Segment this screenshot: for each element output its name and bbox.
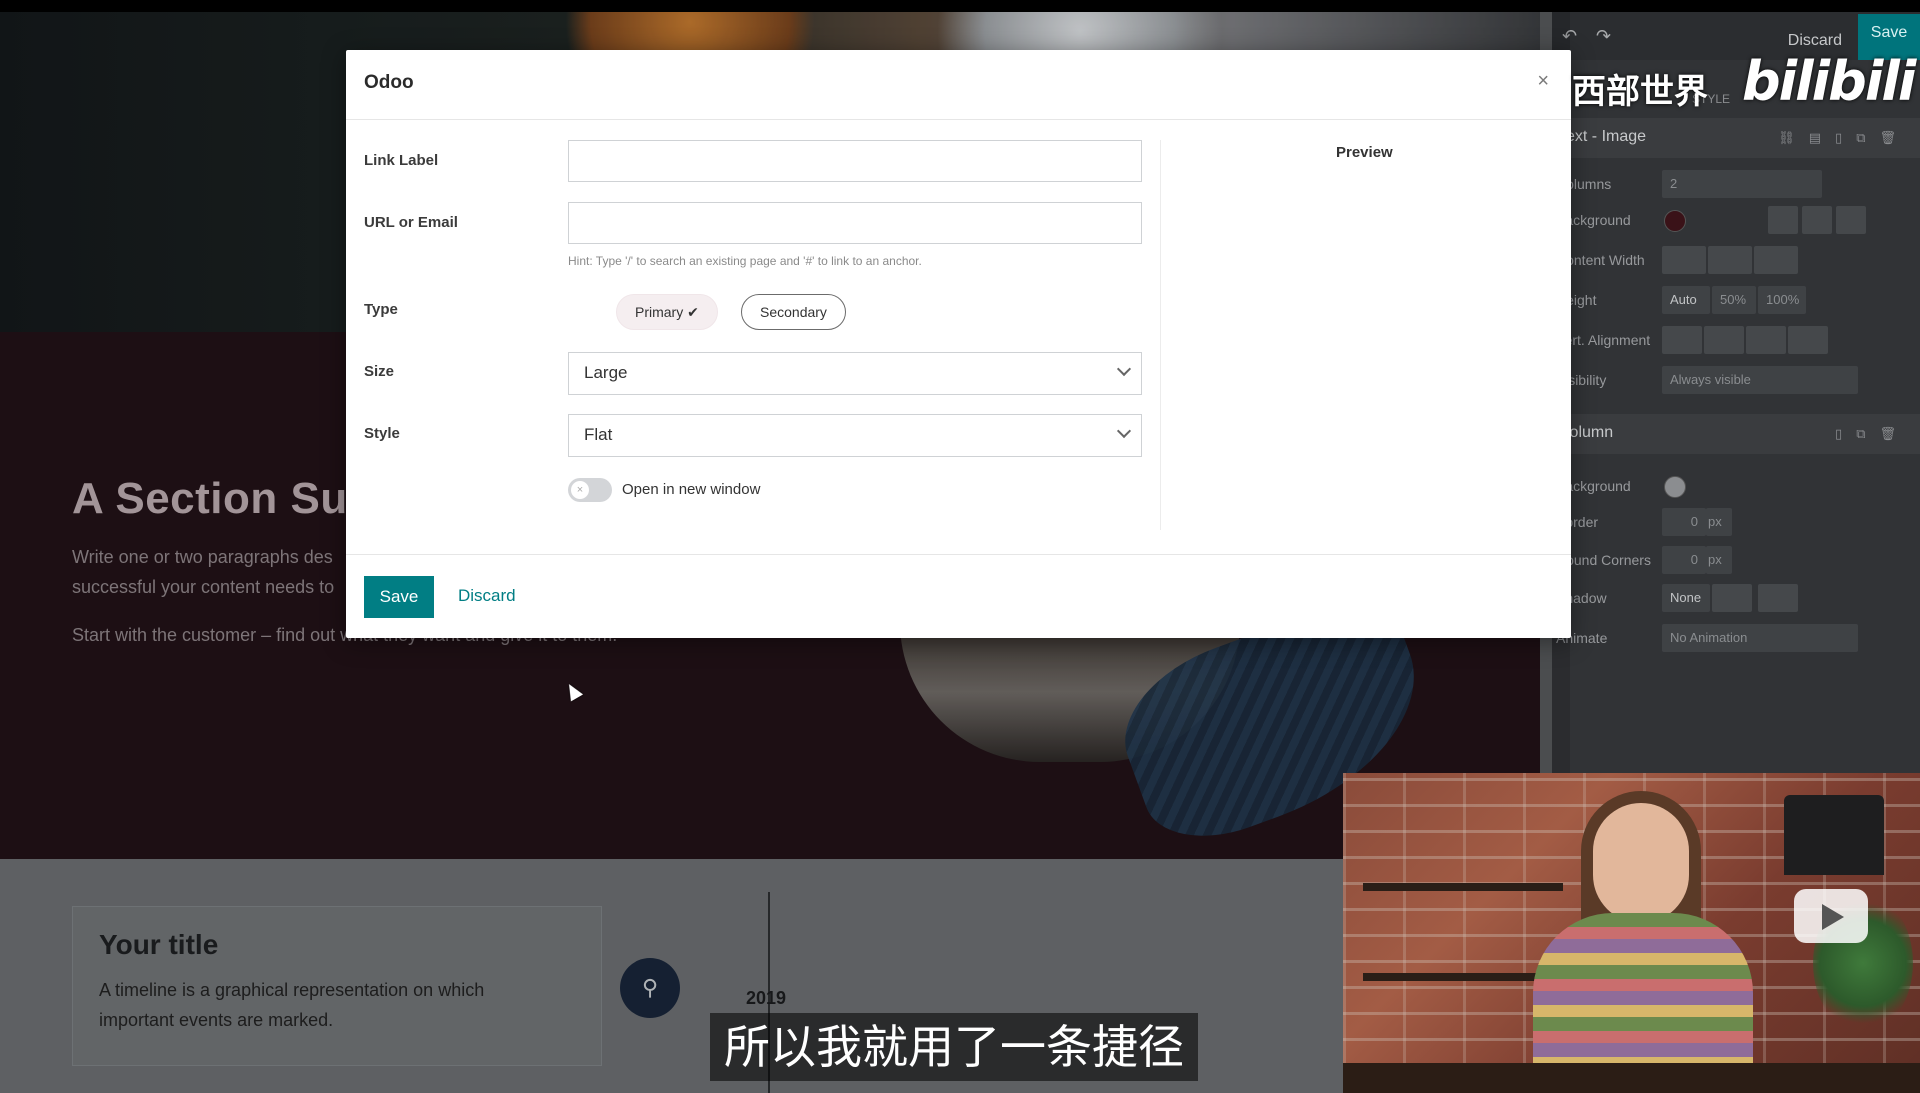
border-width-input[interactable]: 0 <box>1662 508 1706 536</box>
round-corners-input[interactable]: 0 <box>1662 546 1706 574</box>
url-label: URL or Email <box>364 214 458 231</box>
footer-divider <box>346 554 1571 555</box>
new-window-label: Open in new window <box>622 481 761 498</box>
url-input[interactable] <box>568 202 1142 244</box>
preview-title: Preview <box>1336 144 1393 161</box>
row-border: Border 0 px <box>1552 508 1920 538</box>
block-section-header: Text - Image ⛓▤▯⧉🗑 <box>1552 118 1920 158</box>
shape-icon[interactable] <box>1836 206 1866 234</box>
block-section-title: Text - Image <box>1558 128 1647 145</box>
video-icon[interactable] <box>1802 206 1832 234</box>
editor-discard-button[interactable]: Discard <box>1788 32 1842 50</box>
background-color-swatch[interactable] <box>1664 210 1686 232</box>
row-shadow: Shadow None <box>1552 584 1920 614</box>
column-section-header: Column ▯⧉🗑 <box>1552 414 1920 454</box>
link-label-label: Link Label <box>364 152 439 169</box>
video-letterbox <box>0 0 1920 12</box>
style-select[interactable]: Flat <box>568 414 1142 457</box>
dialog-save-button[interactable]: Save <box>364 576 434 618</box>
link-dialog: Odoo × Link Label URL or Email Hint: Typ… <box>346 50 1571 638</box>
type-primary-button[interactable]: Primary ✔ <box>616 294 718 330</box>
watermark-channel-name: 西部世界 <box>1572 72 1708 112</box>
width-full-icon[interactable] <box>1754 246 1798 274</box>
column-background-swatch[interactable] <box>1664 476 1686 498</box>
size-select[interactable]: Large <box>568 352 1142 395</box>
width-regular-icon[interactable] <box>1708 246 1752 274</box>
camera-icon[interactable] <box>1768 206 1798 234</box>
chevron-down-icon <box>1116 361 1132 377</box>
form-preview-divider <box>1160 140 1161 530</box>
width-small-icon[interactable] <box>1662 246 1706 274</box>
align-middle-icon[interactable] <box>1704 326 1744 354</box>
redo-icon[interactable]: ↷ <box>1596 26 1611 47</box>
row-height: Height Auto 50% 100% <box>1552 286 1920 316</box>
height-50-button[interactable]: 50% <box>1712 286 1756 314</box>
style-label: Style <box>364 425 400 442</box>
type-label: Type <box>364 301 398 318</box>
row-round-corners: Round Corners 0 px <box>1552 546 1920 576</box>
play-icon[interactable] <box>1794 889 1868 943</box>
shadow-inset-icon[interactable] <box>1758 584 1798 612</box>
shadow-none-button[interactable]: None <box>1662 584 1710 612</box>
style-select-value: Flat <box>584 425 613 444</box>
row-columns: Columns 2 <box>1552 170 1920 200</box>
desk <box>1343 1063 1920 1093</box>
size-label: Size <box>364 363 395 380</box>
round-corners-unit: px <box>1706 546 1732 574</box>
link-label-input[interactable] <box>568 140 1142 182</box>
bilibili-logo: bilibili <box>1742 50 1916 113</box>
align-bottom-icon[interactable] <box>1746 326 1786 354</box>
close-icon[interactable]: × <box>1537 70 1549 93</box>
row-column-background: Background <box>1552 472 1920 502</box>
size-select-value: Large <box>584 363 628 382</box>
play-triangle <box>1822 904 1844 930</box>
row-visibility: Visibility Always visible <box>1552 366 1920 396</box>
height-100-button[interactable]: 100% <box>1758 286 1806 314</box>
video-subtitle: 所以我就用了一条捷径 <box>710 1013 1198 1081</box>
lamp-icon <box>1784 795 1884 875</box>
new-window-toggle[interactable]: × <box>568 478 612 502</box>
shelf <box>1363 883 1563 891</box>
row-content-width: Content Width <box>1552 246 1920 276</box>
dialog-title: Odoo <box>364 72 414 93</box>
visibility-select[interactable]: Always visible <box>1662 366 1858 394</box>
row-background: Background <box>1552 206 1920 236</box>
align-top-icon[interactable] <box>1662 326 1702 354</box>
block-actions-icons[interactable]: ⛓▤▯⧉🗑 <box>1778 130 1910 146</box>
column-actions-icons[interactable]: ▯⧉🗑 <box>1835 426 1910 442</box>
dialog-header: Odoo × <box>346 50 1571 120</box>
type-secondary-button[interactable]: Secondary <box>741 294 846 330</box>
row-animate: Animate No Animation <box>1552 624 1920 654</box>
row-vert-alignment: Vert. Alignment <box>1552 326 1920 356</box>
height-auto-button[interactable]: Auto <box>1662 286 1710 314</box>
presenter-face <box>1593 803 1689 923</box>
animate-select[interactable]: No Animation <box>1662 624 1858 652</box>
columns-select[interactable]: 2 <box>1662 170 1822 198</box>
toggle-off-icon: × <box>571 481 589 499</box>
align-stretch-icon[interactable] <box>1788 326 1828 354</box>
shadow-outset-icon[interactable] <box>1712 584 1752 612</box>
presenter-webcam <box>1343 773 1920 1093</box>
url-hint: Hint: Type '/' to search an existing pag… <box>568 254 922 268</box>
chevron-down-icon <box>1116 423 1132 439</box>
dialog-discard-button[interactable]: Discard <box>458 586 516 606</box>
border-unit: px <box>1706 508 1732 536</box>
